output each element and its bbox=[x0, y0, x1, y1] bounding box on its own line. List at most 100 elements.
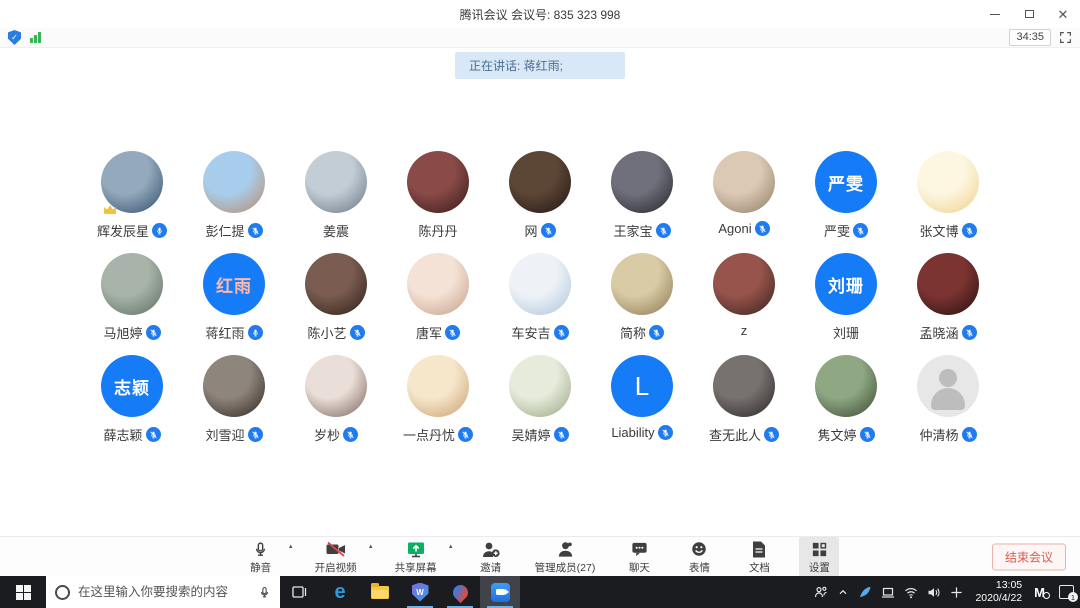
participant-tile[interactable]: 红雨蒋红雨 bbox=[183, 253, 285, 341]
shield-icon[interactable]: ✓ bbox=[8, 30, 21, 45]
participant-avatar: 严雯 bbox=[815, 151, 877, 213]
participant-tile[interactable]: z bbox=[693, 253, 795, 341]
toolbar-camera-off[interactable]: 开启视频▲ bbox=[311, 537, 361, 576]
toolbar-emoji[interactable]: 表情 bbox=[679, 537, 719, 576]
cortana-icon bbox=[55, 585, 70, 600]
participant-tile[interactable]: 简称 bbox=[591, 253, 693, 341]
taskbar-app-shield-app[interactable]: W bbox=[400, 576, 440, 608]
participant-tile[interactable]: 张文博 bbox=[897, 151, 999, 239]
toolbar-label: 共享屏幕 bbox=[395, 560, 437, 575]
ime-icon[interactable]: M bbox=[1034, 585, 1050, 600]
taskbar-app-edge[interactable]: e bbox=[320, 576, 360, 608]
people-icon[interactable] bbox=[814, 585, 828, 599]
toolbar-chat[interactable]: 聊天 bbox=[619, 537, 659, 576]
participant-tile[interactable]: 刘雪迎 bbox=[183, 355, 285, 443]
participant-tile[interactable]: 马旭婷 bbox=[81, 253, 183, 341]
search-mic-icon[interactable] bbox=[258, 585, 271, 600]
participant-avatar bbox=[713, 151, 775, 213]
toolbar-members[interactable]: 管理成员(27) bbox=[531, 537, 600, 576]
taskbar-app-meeting-app[interactable] bbox=[480, 576, 520, 608]
minimize-button[interactable] bbox=[978, 0, 1012, 28]
participant-tile[interactable]: Agoni bbox=[693, 151, 795, 239]
toolbar-settings[interactable]: 设置 bbox=[799, 537, 839, 576]
participant-tile[interactable]: 严雯严雯 bbox=[795, 151, 897, 239]
participant-tile[interactable]: 辉发辰星 bbox=[81, 151, 183, 239]
taskbar-app-flame-app[interactable] bbox=[440, 576, 480, 608]
participant-name: 严雯 bbox=[824, 221, 850, 240]
file-explorer-icon bbox=[371, 586, 389, 599]
toolbar-mic[interactable]: 静音▲ bbox=[241, 537, 281, 576]
search-input[interactable] bbox=[78, 585, 250, 599]
maximize-button[interactable] bbox=[1012, 0, 1046, 28]
participant-tile[interactable]: LLiability bbox=[591, 355, 693, 443]
feather-icon[interactable] bbox=[858, 585, 872, 599]
default-avatar-icon bbox=[939, 369, 957, 387]
start-button[interactable] bbox=[0, 576, 46, 608]
wifi-icon[interactable] bbox=[904, 586, 918, 599]
mic-muted-icon bbox=[764, 427, 779, 442]
dropdown-arrow-icon[interactable]: ▲ bbox=[368, 544, 374, 550]
taskbar-app-file-explorer[interactable] bbox=[360, 576, 400, 608]
document-icon bbox=[751, 539, 767, 559]
participant-name: 车安吉 bbox=[511, 323, 550, 342]
participant-avatar bbox=[407, 151, 469, 213]
taskbar-search[interactable] bbox=[46, 576, 280, 608]
toolbar-document[interactable]: 文档 bbox=[739, 537, 779, 576]
mic-muted-icon bbox=[658, 425, 673, 440]
notification-badge: 1 bbox=[1068, 592, 1078, 602]
shield-app-icon: W bbox=[412, 583, 429, 602]
move-icon[interactable] bbox=[950, 586, 963, 599]
taskbar-clock[interactable]: 13:05 2020/4/22 bbox=[972, 579, 1025, 605]
task-view-icon bbox=[292, 585, 308, 599]
chevron-up-icon[interactable] bbox=[837, 586, 849, 598]
participant-tile[interactable]: 唐军 bbox=[387, 253, 489, 341]
participant-avatar bbox=[611, 151, 673, 213]
participant-tile[interactable]: 岁杪 bbox=[285, 355, 387, 443]
participant-name: 蒋红雨 bbox=[205, 323, 244, 342]
notification-center-button[interactable]: 1 bbox=[1059, 585, 1074, 599]
close-button[interactable]: ✕ bbox=[1046, 0, 1080, 28]
settings-icon bbox=[810, 539, 829, 559]
participant-tile[interactable]: 车安吉 bbox=[489, 253, 591, 341]
participant-avatar bbox=[509, 355, 571, 417]
participant-tile[interactable]: 查无此人 bbox=[693, 355, 795, 443]
signal-bars-icon bbox=[30, 32, 41, 43]
dropdown-arrow-icon[interactable]: ▲ bbox=[448, 544, 454, 550]
window-title: 腾讯会议 会议号: 835 323 998 bbox=[0, 6, 1080, 23]
participant-tile[interactable]: 隽文婷 bbox=[795, 355, 897, 443]
participant-name: 刘雪迎 bbox=[205, 425, 244, 444]
participant-tile[interactable]: 仲清杨 bbox=[897, 355, 999, 443]
volume-icon[interactable] bbox=[927, 586, 941, 599]
mic-muted-icon bbox=[860, 427, 875, 442]
maximize-icon bbox=[1025, 10, 1034, 18]
toolbar-label: 开启视频 bbox=[315, 560, 357, 575]
participant-tile[interactable]: 吴婧婷 bbox=[489, 355, 591, 443]
participant-tile[interactable]: 一点丹忧 bbox=[387, 355, 489, 443]
windows-taskbar: e W 13:05 2020/4/22 M 1 bbox=[0, 576, 1080, 608]
taskbar-app-task-view[interactable] bbox=[280, 576, 320, 608]
toolbar-screen-share[interactable]: 共享屏幕▲ bbox=[391, 537, 441, 576]
participant-tile[interactable]: 陈丹丹 bbox=[387, 151, 489, 239]
toolbar-invite[interactable]: 邀请 bbox=[471, 537, 511, 576]
participant-name: 彭仁提 bbox=[205, 221, 244, 240]
participant-tile[interactable]: 志颖薛志颖 bbox=[81, 355, 183, 443]
flame-app-icon bbox=[449, 581, 470, 602]
participant-tile[interactable]: 孟晓涵 bbox=[897, 253, 999, 341]
fullscreen-button[interactable] bbox=[1059, 31, 1072, 44]
dropdown-arrow-icon[interactable]: ▲ bbox=[288, 544, 294, 550]
participant-tile[interactable]: 姜震 bbox=[285, 151, 387, 239]
mic-muted-icon bbox=[541, 223, 556, 238]
avatar-initials: 严雯 bbox=[815, 151, 877, 213]
invite-icon bbox=[481, 539, 501, 559]
taskbar-spacer bbox=[520, 576, 808, 608]
participant-tile[interactable]: 陈小艺 bbox=[285, 253, 387, 341]
toolbar-label: 设置 bbox=[809, 560, 830, 575]
participant-avatar bbox=[407, 253, 469, 315]
laptop-icon[interactable] bbox=[881, 586, 895, 599]
mic-muted-icon bbox=[962, 223, 977, 238]
participant-tile[interactable]: 刘珊刘珊 bbox=[795, 253, 897, 341]
participant-tile[interactable]: 王家宝 bbox=[591, 151, 693, 239]
participant-tile[interactable]: 网 bbox=[489, 151, 591, 239]
end-meeting-button[interactable]: 结束会议 bbox=[992, 543, 1066, 570]
participant-tile[interactable]: 彭仁提 bbox=[183, 151, 285, 239]
